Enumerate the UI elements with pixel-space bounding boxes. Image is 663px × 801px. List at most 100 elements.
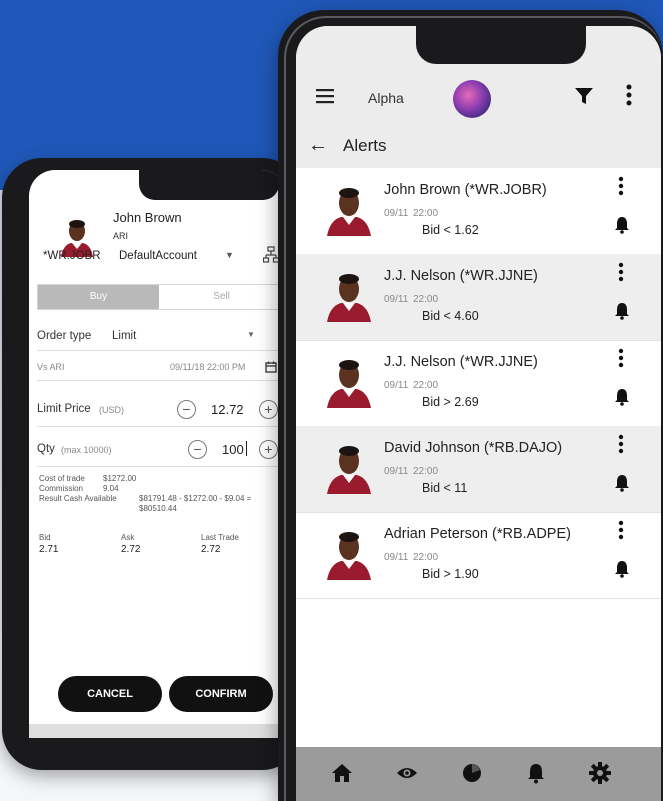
qty-label: Qty: [37, 443, 55, 455]
chevron-down-icon[interactable]: ▼: [225, 250, 234, 260]
buy-sell-toggle: Buy Sell: [37, 284, 284, 310]
alert-row[interactable]: Adrian Peterson (*RB.ADPE) 09/11 22:00 Bid …: [296, 512, 661, 599]
order-type-label: Order type: [37, 330, 92, 342]
alert-time: 22:00: [413, 466, 439, 477]
alert-date: 09/11: [384, 294, 409, 305]
eye-icon[interactable]: [396, 765, 418, 781]
player-avatar: [327, 188, 371, 236]
bell-icon[interactable]: [526, 762, 546, 784]
ask-label: Ask: [121, 533, 135, 542]
trade-screen: John Brown ARI *WR.JOBR DefaultAccount ▼…: [29, 170, 287, 738]
alert-condition: Bid < 1.62: [422, 223, 479, 237]
bell-icon[interactable]: [614, 388, 630, 406]
player-avatar: [327, 274, 371, 322]
alerts-screen: Alpha ← Alerts John Brown (*WR.JOBR) 09/1…: [296, 26, 661, 801]
alert-row[interactable]: J.J. Nelson (*WR.JJNE) 09/11 22:00 Bid < 4.…: [296, 254, 661, 341]
tab-buy[interactable]: Buy: [38, 285, 159, 309]
vs-datetime[interactable]: 09/11/18 22:00 PM: [170, 362, 245, 372]
plus-icon[interactable]: +: [259, 440, 278, 459]
hierarchy-icon[interactable]: [263, 246, 279, 264]
commission-label: Commission: [39, 484, 84, 493]
phone-notch: [139, 170, 279, 200]
player-avatar: [327, 532, 371, 580]
alert-row[interactable]: David Johnson (*RB.DAJO) 09/11 22:00 Bid < …: [296, 426, 661, 513]
player-team: ARI: [113, 231, 129, 241]
vs-label: Vs ARI: [37, 362, 65, 372]
cancel-button[interactable]: CANCEL: [58, 676, 162, 712]
alert-date: 09/11: [384, 208, 409, 219]
vs-row: Vs ARI 09/11/18 22:00 PM: [37, 354, 282, 381]
player-name: John Brown: [113, 210, 182, 225]
limit-price-input[interactable]: 12.72: [211, 402, 244, 417]
qty-input[interactable]: 100: [222, 442, 244, 457]
account-select[interactable]: DefaultAccount: [119, 250, 197, 262]
alert-row[interactable]: John Brown (*WR.JOBR) 09/11 22:00 Bid < 1.6…: [296, 168, 661, 255]
more-vertical-icon[interactable]: [618, 520, 624, 540]
qty-max: (max 10000): [61, 445, 112, 455]
bell-icon[interactable]: [614, 302, 630, 320]
result-label: Result Cash Available: [39, 494, 117, 503]
more-vertical-icon[interactable]: [618, 262, 624, 282]
calendar-icon[interactable]: [265, 361, 277, 373]
alert-date: 09/11: [384, 380, 409, 391]
alert-condition: Bid > 1.90: [422, 567, 479, 581]
limit-price-row: Limit Price (USD) − 12.72 +: [37, 392, 282, 427]
alert-time: 22:00: [413, 552, 439, 563]
bid-label: Bid: [39, 533, 51, 542]
order-type-row[interactable]: Order type Limit ▼: [37, 322, 282, 351]
back-arrow-icon[interactable]: ←: [308, 134, 328, 157]
cost-label: Cost of trade: [39, 474, 85, 483]
right-phone: Alpha ← Alerts John Brown (*WR.JOBR) 09/1…: [278, 10, 663, 801]
home-icon[interactable]: [331, 762, 353, 784]
qty-row: Qty (max 10000) − 100 +: [37, 432, 282, 467]
last-trade-label: Last Trade: [201, 533, 239, 542]
alert-date: 09/11: [384, 552, 409, 563]
more-vertical-icon[interactable]: [618, 176, 624, 196]
bid-value: 2.71: [39, 544, 59, 555]
bottom-nav: [296, 747, 661, 801]
limit-price-label: Limit Price: [37, 403, 91, 415]
screen-bottom-bar: [29, 724, 287, 738]
text-cursor: [246, 441, 247, 456]
left-phone: John Brown ARI *WR.JOBR DefaultAccount ▼…: [2, 158, 302, 770]
result-value-line2: $80510.44: [139, 504, 177, 513]
alert-time: 22:00: [413, 208, 439, 219]
app-title: Alpha: [368, 90, 404, 106]
hamburger-menu-icon[interactable]: [316, 88, 336, 104]
result-value-line1: $81791.48 - $1272.00 - $9.04 =: [139, 494, 252, 503]
alert-player-name: John Brown (*WR.JOBR): [384, 182, 547, 198]
alert-player-name: Adrian Peterson (*RB.ADPE): [384, 526, 571, 542]
alert-date: 09/11: [384, 466, 409, 477]
filter-icon[interactable]: [574, 86, 594, 106]
player-avatar: [327, 360, 371, 408]
more-vertical-icon[interactable]: [618, 348, 624, 368]
plus-icon[interactable]: +: [259, 400, 278, 419]
minus-icon[interactable]: −: [188, 440, 207, 459]
more-vertical-icon[interactable]: [618, 434, 624, 454]
bell-icon[interactable]: [614, 474, 630, 492]
limit-price-unit: (USD): [99, 405, 124, 415]
more-vertical-icon[interactable]: [626, 84, 632, 106]
tab-sell[interactable]: Sell: [160, 285, 283, 309]
alert-condition: Bid > 2.69: [422, 395, 479, 409]
player-avatar: [327, 446, 371, 494]
player-symbol: *WR.JOBR: [43, 250, 101, 262]
alert-player-name: J.J. Nelson (*WR.JJNE): [384, 354, 538, 370]
alert-condition: Bid < 4.60: [422, 309, 479, 323]
alert-player-name: David Johnson (*RB.DAJO): [384, 440, 563, 456]
gear-icon[interactable]: [589, 762, 611, 784]
ask-value: 2.72: [121, 544, 141, 555]
minus-icon[interactable]: −: [177, 400, 196, 419]
user-avatar[interactable]: [453, 80, 491, 118]
confirm-button[interactable]: CONFIRM: [169, 676, 273, 712]
alert-condition: Bid < 11: [422, 481, 468, 495]
alert-time: 22:00: [413, 294, 439, 305]
alert-row[interactable]: J.J. Nelson (*WR.JJNE) 09/11 22:00 Bid > 2.…: [296, 340, 661, 427]
pie-chart-icon[interactable]: [461, 762, 483, 784]
bell-icon[interactable]: [614, 560, 630, 578]
chevron-down-icon[interactable]: ▼: [247, 330, 255, 339]
bell-icon[interactable]: [614, 216, 630, 234]
phone-notch: [416, 26, 586, 64]
order-type-value[interactable]: Limit: [112, 330, 136, 342]
page-title: Alerts: [343, 136, 387, 155]
